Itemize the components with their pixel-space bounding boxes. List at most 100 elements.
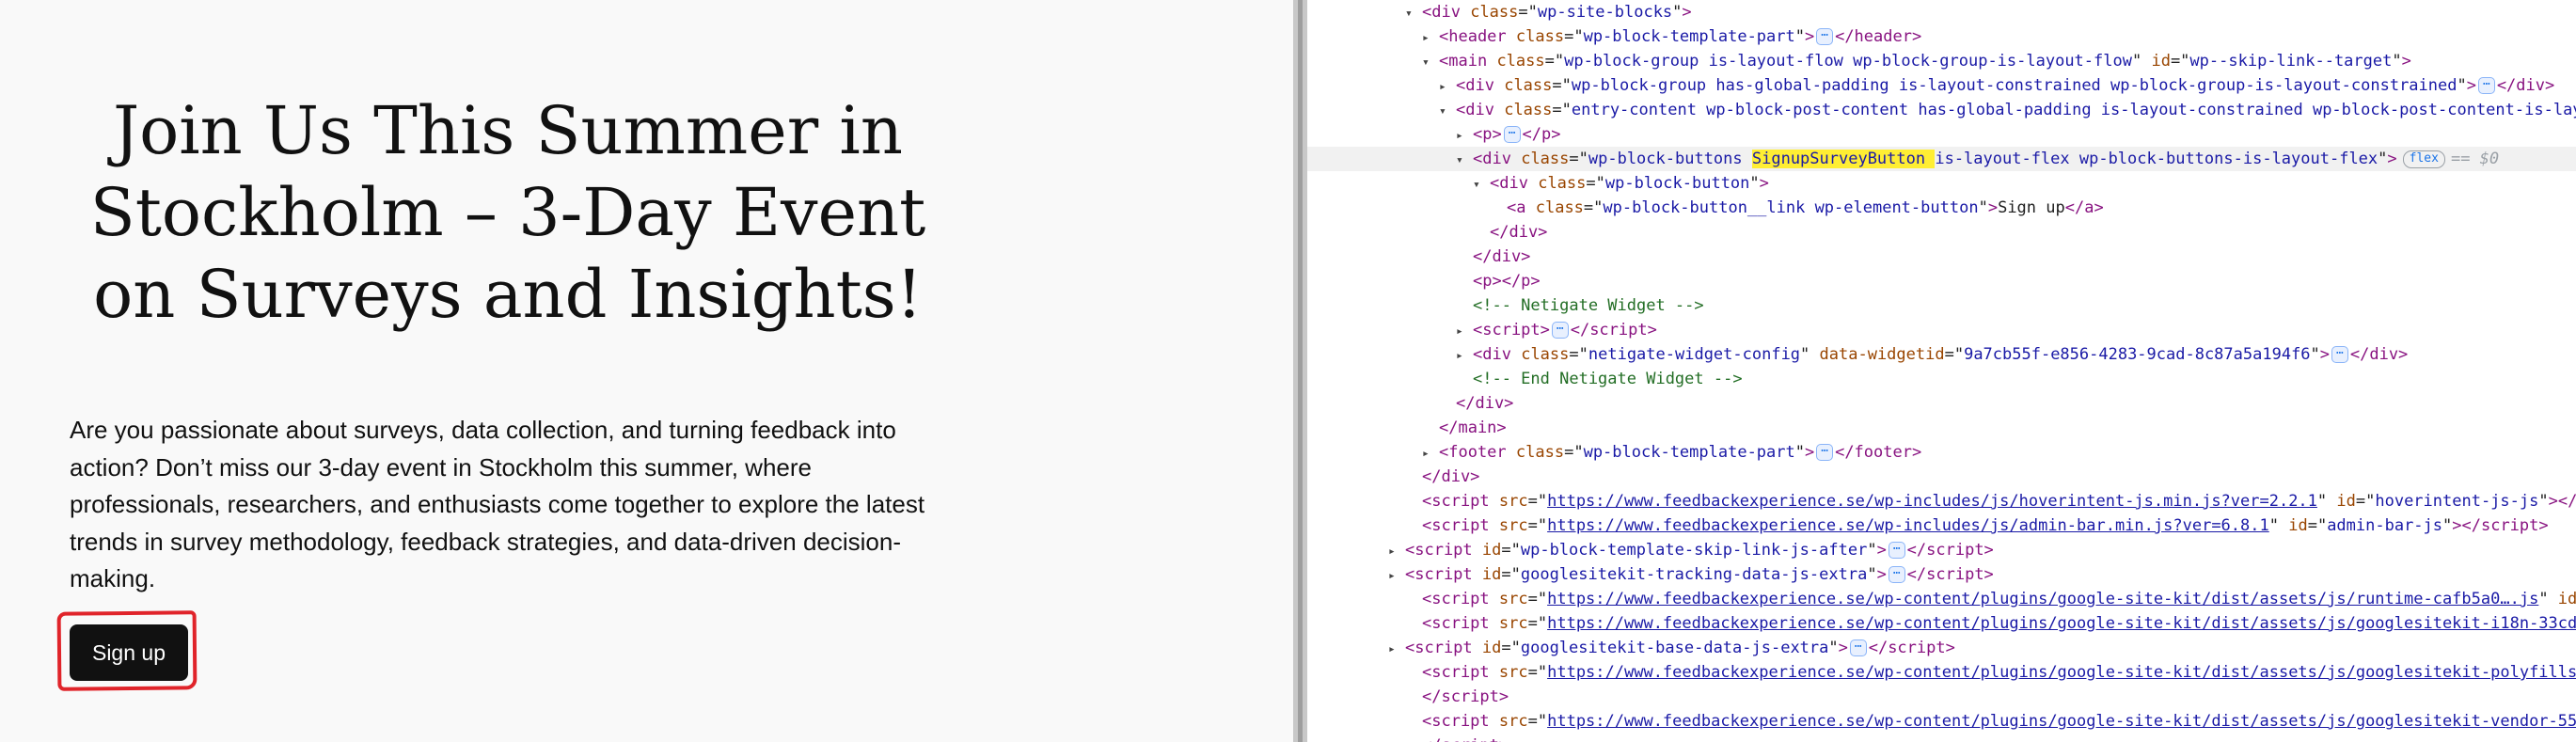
dom-node-markup: <a class="wp-block-button__link wp-eleme… bbox=[1507, 198, 2104, 217]
dom-node[interactable]: ▸ <div class="netigate-widget-config" dat… bbox=[1456, 342, 2408, 367]
page-title: Join Us This Summer in Stockholm – 3-Day… bbox=[89, 92, 926, 333]
dom-node-selected[interactable]: ▾ <div class="wp-block-buttons SignupSurv… bbox=[1307, 147, 2576, 171]
dom-node[interactable]: </div> bbox=[1439, 391, 1513, 416]
collapse-arrow-icon[interactable]: ▾ bbox=[1456, 149, 1473, 173]
devtools-elements-panel: ••• ▾<div class="wp-site-blocks">▸<heade… bbox=[1307, 0, 2576, 742]
dom-node[interactable]: ▸ <p> ⋯ </p> bbox=[1456, 122, 1561, 147]
pane-splitter[interactable] bbox=[1293, 0, 1307, 742]
dom-node[interactable]: ▸ <script id="googlesitekit-base-data-js-… bbox=[1388, 636, 1955, 660]
dom-node-markup: <!-- Netigate Widget --> bbox=[1473, 296, 1704, 315]
dom-node[interactable]: </div> bbox=[1473, 220, 1547, 245]
dom-node[interactable]: ▸ <div class="wp-block-group has-global-p… bbox=[1439, 73, 2554, 98]
splitter-grip[interactable] bbox=[1298, 0, 1303, 742]
dom-node[interactable]: <script src="https://www.feedbackexperie… bbox=[1405, 489, 2576, 513]
dom-node[interactable]: ▾ <div class="wp-site-blocks"> bbox=[1405, 0, 1692, 24]
dom-node[interactable]: ▾ <div class="entry-content wp-block-post… bbox=[1439, 98, 2576, 122]
dom-node-markup: <footer class="wp-block-template-part"> ⋯… bbox=[1439, 443, 1922, 462]
page-intro-text: Are you passionate about surveys, data c… bbox=[70, 416, 925, 592]
dom-node[interactable]: ▾ <div class="wp-block-button"> bbox=[1473, 171, 1769, 196]
expand-arrow-icon[interactable]: ▸ bbox=[1439, 75, 1456, 100]
dom-node-markup: <div class="wp-block-button"> bbox=[1490, 174, 1769, 193]
dom-node[interactable]: <script src="https://www.feedbackexperie… bbox=[1405, 709, 2576, 734]
expand-arrow-icon[interactable]: ▸ bbox=[1388, 638, 1405, 662]
annotation-highlight-box bbox=[56, 610, 198, 691]
flex-badge[interactable]: flex bbox=[2402, 150, 2445, 168]
dom-node[interactable]: ▸ <script> ⋯ </script> bbox=[1456, 318, 1657, 342]
dom-node-markup: <!-- End Netigate Widget --> bbox=[1473, 370, 1743, 388]
dom-node-markup: <script> ⋯ </script> bbox=[1473, 321, 1657, 339]
dom-node[interactable]: <script src="https://www.feedbackexperie… bbox=[1405, 513, 2549, 538]
dom-node-markup: <div class="entry-content wp-block-post-… bbox=[1456, 101, 2576, 119]
dom-node-markup: <div class="netigate-widget-config" data… bbox=[1473, 345, 2409, 364]
dom-node-markup: <script id="googlesitekit-tracking-data-… bbox=[1405, 565, 1994, 584]
dom-node-markup: <p> ⋯ </p> bbox=[1473, 125, 1561, 144]
dom-node[interactable]: </script> bbox=[1405, 685, 1509, 709]
expand-arrow-icon[interactable]: ▸ bbox=[1456, 344, 1473, 369]
dom-node-markup: <script src="https://www.feedbackexperie… bbox=[1422, 614, 2576, 633]
dom-node[interactable]: </main> bbox=[1422, 416, 1507, 440]
dom-node-markup: <script id="googlesitekit-base-data-js-e… bbox=[1405, 639, 1955, 657]
dom-node-markup: </div> bbox=[1456, 394, 1514, 413]
dom-node[interactable]: </div> bbox=[1405, 465, 1479, 489]
script-src-link[interactable]: https://www.feedbackexperience.se/wp-con… bbox=[1547, 614, 2576, 633]
expand-arrow-icon[interactable]: ▸ bbox=[1422, 442, 1439, 466]
dom-node-markup: <script id="wp-block-template-skip-link-… bbox=[1405, 541, 1994, 560]
dom-node-markup: </div> bbox=[1490, 223, 1548, 242]
dom-node-markup: <script src="https://www.feedbackexperie… bbox=[1422, 590, 2576, 608]
dom-node-markup: <script src="https://www.feedbackexperie… bbox=[1422, 492, 2576, 511]
expand-arrow-icon[interactable]: ▸ bbox=[1388, 540, 1405, 564]
dom-node-markup: </div> bbox=[1473, 247, 1531, 266]
search-match-highlight: SignupSurveyButton bbox=[1751, 150, 1936, 168]
expand-arrow-icon[interactable]: ▸ bbox=[1456, 124, 1473, 149]
dom-node-markup: <script src="https://www.feedbackexperie… bbox=[1422, 516, 2549, 535]
expand-ellipsis-icon[interactable]: ⋯ bbox=[2331, 346, 2348, 363]
dom-node-markup: <p></p> bbox=[1473, 272, 1541, 291]
dom-node-markup: <script src="https://www.feedbackexperie… bbox=[1422, 712, 2576, 731]
collapse-arrow-icon[interactable]: ▾ bbox=[1405, 2, 1422, 26]
script-src-link[interactable]: https://www.feedbackexperience.se/wp-inc… bbox=[1547, 492, 2317, 511]
expand-ellipsis-icon[interactable]: ⋯ bbox=[1816, 28, 1834, 45]
dom-node-markup: </script> bbox=[1422, 736, 1509, 742]
dom-node[interactable]: ▸ <header class="wp-block-template-part">… bbox=[1422, 24, 1921, 49]
expand-ellipsis-icon[interactable]: ⋯ bbox=[1888, 542, 1905, 559]
dom-node[interactable]: <!-- Netigate Widget --> bbox=[1456, 293, 1704, 318]
expand-ellipsis-icon[interactable]: ⋯ bbox=[1551, 322, 1569, 339]
expand-arrow-icon[interactable]: ▸ bbox=[1388, 564, 1405, 589]
dom-node[interactable]: <script src="https://www.feedbackexperie… bbox=[1405, 611, 2576, 636]
dom-node-markup: <script src="https://www.feedbackexperie… bbox=[1422, 663, 2576, 682]
expand-ellipsis-icon[interactable]: ⋯ bbox=[1888, 566, 1905, 583]
dom-node[interactable]: ▸ <footer class="wp-block-template-part">… bbox=[1422, 440, 1921, 465]
dom-node-markup: </main> bbox=[1439, 418, 1507, 437]
dom-node-markup: <header class="wp-block-template-part"> ⋯… bbox=[1439, 27, 1922, 46]
dom-node[interactable]: <p></p> bbox=[1456, 269, 1541, 293]
page-preview: Join Us This Summer in Stockholm – 3-Day… bbox=[0, 0, 1293, 742]
dom-node[interactable]: ▾ <main class="wp-block-group is-layout-f… bbox=[1422, 49, 2411, 73]
dom-node[interactable]: <a class="wp-block-button__link wp-eleme… bbox=[1490, 196, 2104, 220]
expand-ellipsis-icon[interactable]: ⋯ bbox=[2477, 77, 2495, 94]
expand-arrow-icon[interactable]: ▸ bbox=[1456, 320, 1473, 344]
expand-ellipsis-icon[interactable]: ⋯ bbox=[1503, 126, 1521, 143]
dom-node[interactable]: </div> bbox=[1456, 245, 1530, 269]
dom-node[interactable]: ▸ <script id="googlesitekit-tracking-data… bbox=[1388, 562, 1994, 587]
collapse-arrow-icon[interactable]: ▾ bbox=[1473, 173, 1490, 197]
dom-node-markup: </div> bbox=[1422, 467, 1480, 486]
dom-node[interactable]: <!-- End Netigate Widget --> bbox=[1456, 367, 1743, 391]
script-src-link[interactable]: https://www.feedbackexperience.se/wp-inc… bbox=[1547, 516, 2269, 535]
script-src-link[interactable]: https://www.feedbackexperience.se/wp-con… bbox=[1547, 712, 2576, 731]
expand-ellipsis-icon[interactable]: ⋯ bbox=[1816, 444, 1834, 461]
dom-node[interactable]: ▸ <script id="wp-block-template-skip-link… bbox=[1388, 538, 1994, 562]
expand-ellipsis-icon[interactable]: ⋯ bbox=[1849, 639, 1867, 656]
collapse-arrow-icon[interactable]: ▾ bbox=[1439, 100, 1456, 124]
script-src-link[interactable]: https://www.feedbackexperience.se/wp-con… bbox=[1547, 590, 2538, 608]
dom-node-markup: <div class="wp-block-buttons SignupSurve… bbox=[1473, 150, 2500, 168]
script-src-link[interactable]: https://www.feedbackexperience.se/wp-con… bbox=[1547, 663, 2576, 682]
dom-node-markup: </script> bbox=[1422, 687, 1509, 706]
dom-node[interactable]: </script> bbox=[1405, 734, 1509, 742]
dom-node-markup: <main class="wp-block-group is-layout-fl… bbox=[1439, 52, 2411, 71]
expand-arrow-icon[interactable]: ▸ bbox=[1422, 26, 1439, 51]
dom-node[interactable]: <script src="https://www.feedbackexperie… bbox=[1405, 660, 2576, 685]
collapse-arrow-icon[interactable]: ▾ bbox=[1422, 51, 1439, 75]
dom-node[interactable]: <script src="https://www.feedbackexperie… bbox=[1405, 587, 2576, 611]
dom-node-markup: <div class="wp-site-blocks"> bbox=[1422, 3, 1692, 22]
dom-node-markup: <div class="wp-block-group has-global-pa… bbox=[1456, 76, 2555, 95]
